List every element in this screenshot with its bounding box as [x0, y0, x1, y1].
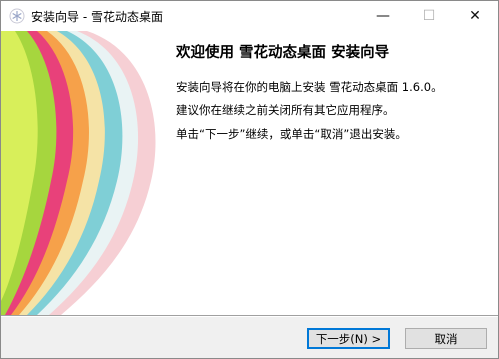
wizard-banner-image — [1, 31, 165, 315]
welcome-panel: 欢迎使用 雪花动态桌面 安装向导 安装向导将在你的电脑上安装 雪花动态桌面 1.… — [1, 31, 498, 315]
maximize-button[interactable]: ☐ — [406, 1, 452, 31]
close-button[interactable]: ✕ — [452, 1, 498, 31]
install-description: 安装向导将在你的电脑上安装 雪花动态桌面 1.6.0。 — [176, 80, 443, 94]
footer-divider-highlight — [1, 316, 498, 317]
continue-instructions: 单击“下一步”继续，或单击“取消”退出安装。 — [176, 127, 407, 141]
snowflake-icon — [9, 8, 25, 24]
title-bar[interactable]: 安装向导 - 雪花动态桌面 — ☐ ✕ — [1, 1, 498, 31]
minimize-icon: — — [376, 8, 390, 24]
installer-window: 安装向导 - 雪花动态桌面 — ☐ ✕ 欢迎使用 雪花动态桌面 安装向导 安装向… — [0, 0, 499, 359]
next-button[interactable]: 下一步(N) > — [307, 328, 390, 349]
maximize-icon: ☐ — [422, 8, 436, 24]
close-apps-advice: 建议你在继续之前关闭所有其它应用程序。 — [176, 103, 395, 117]
cancel-button[interactable]: 取消 — [405, 328, 487, 349]
minimize-button[interactable]: — — [360, 1, 406, 31]
close-icon: ✕ — [469, 8, 481, 24]
welcome-heading: 欢迎使用 雪花动态桌面 安装向导 — [176, 45, 390, 61]
window-title: 安装向导 - 雪花动态桌面 — [31, 9, 163, 24]
